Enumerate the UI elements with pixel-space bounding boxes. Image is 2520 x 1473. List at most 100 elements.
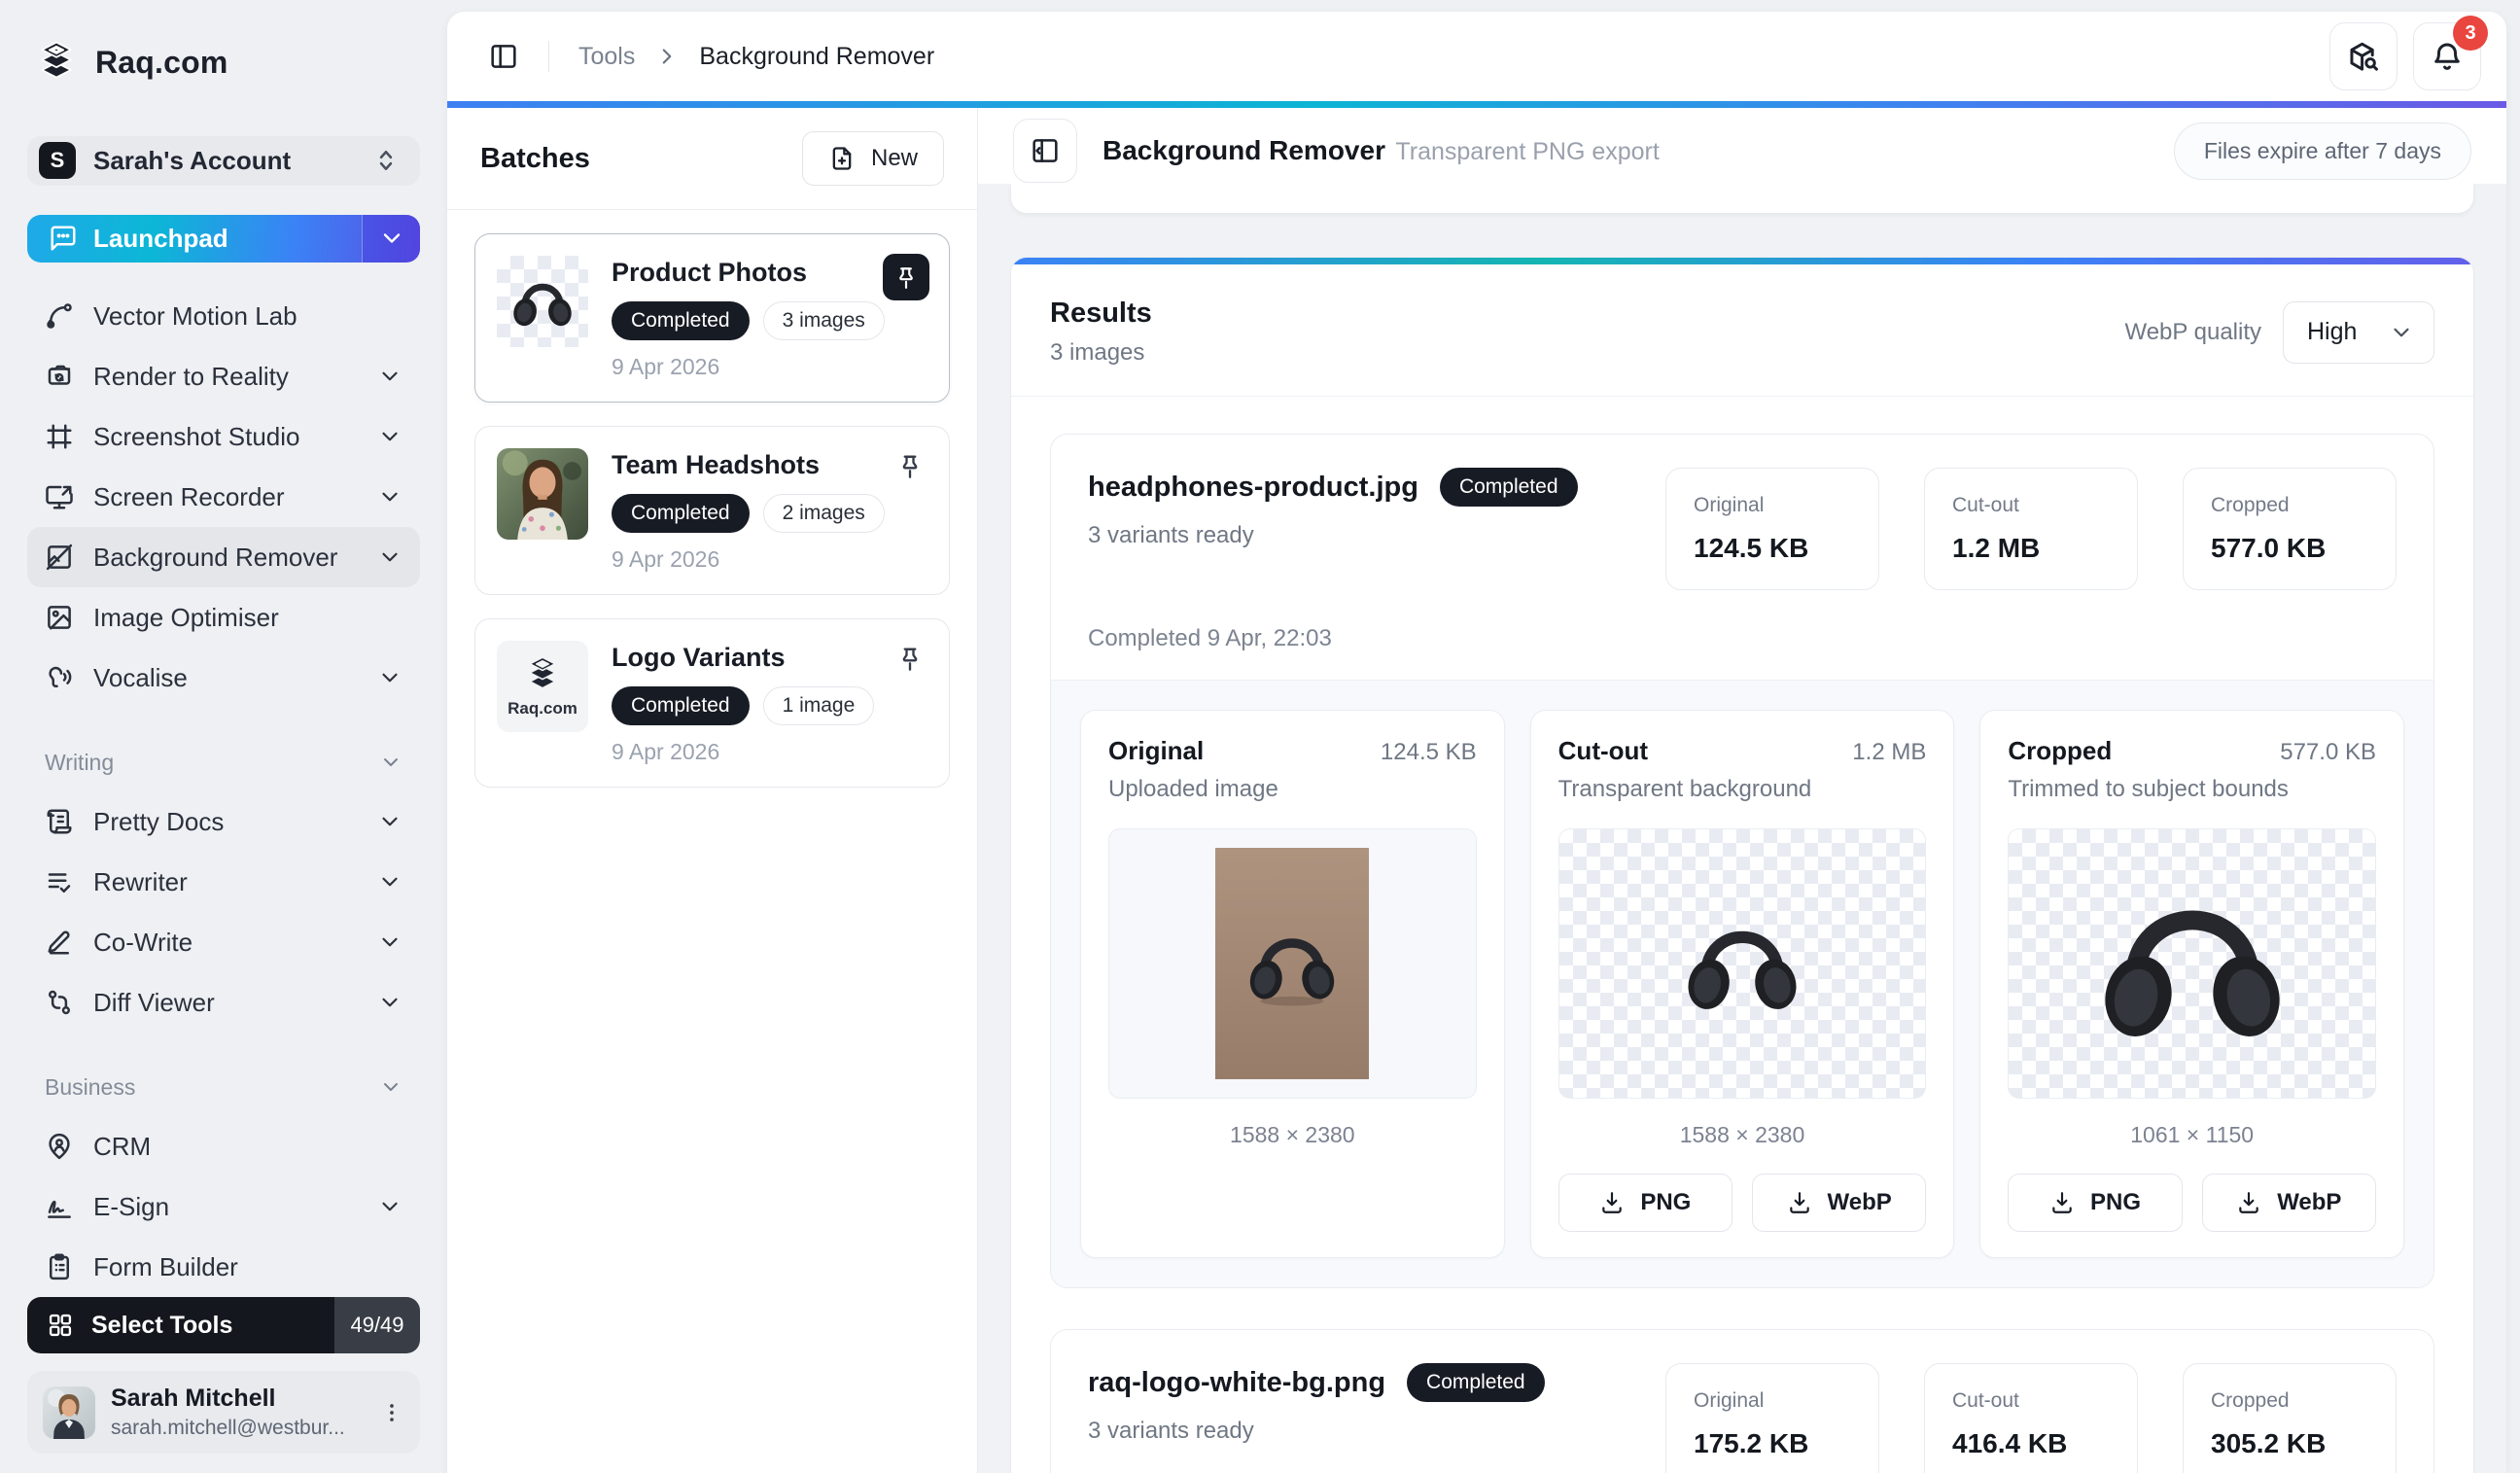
sidebar-item-label: Render to Reality (93, 361, 289, 391)
message-bubble-icon (49, 224, 78, 253)
sidebar-item-e-sign[interactable]: E-Sign (27, 1176, 420, 1237)
sidebar-item-diff-viewer[interactable]: Diff Viewer (27, 972, 420, 1033)
download-png-button[interactable]: PNG (2008, 1174, 2183, 1232)
completed-timestamp: Completed 9 Apr, 22:03 (1088, 625, 1332, 651)
voice-waves-icon (45, 663, 74, 692)
select-tools-label: Select Tools (91, 1311, 233, 1339)
variant-card-cropped: Cropped 577.0 KB Trimmed to subject boun… (1979, 710, 2404, 1258)
pin-icon (902, 648, 918, 671)
download-label: PNG (2089, 1189, 2141, 1215)
breadcrumb-current: Background Remover (699, 42, 935, 70)
breadcrumb-tools[interactable]: Tools (578, 43, 635, 71)
app-window: Tools Background Remover 3 Batches New P… (447, 12, 2506, 1473)
status-badge: Completed (1439, 468, 1578, 507)
sidebar-item-background-remover[interactable]: Background Remover (27, 527, 420, 587)
sidebar-item-vocalise[interactable]: Vocalise (27, 648, 420, 708)
stat-box-original: Original 175.2 KB (1665, 1363, 1879, 1473)
download-label: WebP (1827, 1189, 1892, 1215)
download-icon (2239, 1192, 2258, 1213)
chevron-down-icon (377, 809, 402, 834)
stat-box-original: Original 124.5 KB (1665, 468, 1879, 590)
sidebar-section-writing[interactable]: Writing (27, 741, 420, 784)
sidebar-item-screenshot-studio[interactable]: Screenshot Studio (27, 406, 420, 467)
variant-title: Cropped (2008, 736, 2113, 765)
variant-dimensions: 1061 × 1150 (2130, 1122, 2255, 1147)
chevron-down-icon (377, 424, 402, 449)
chevron-down-icon (377, 869, 402, 894)
camera-refresh-icon (45, 362, 74, 391)
tool-subtitle: Transparent PNG export (1395, 138, 1660, 165)
batch-card-product-photos[interactable]: Product Photos Completed 3 images 9 Apr … (474, 233, 950, 403)
image-count-badge: 3 images (762, 301, 885, 340)
sidebar: Raq.com S Sarah's Account Launchpad Vect… (0, 0, 447, 1473)
notifications-button[interactable]: 3 (2413, 16, 2488, 90)
account-switcher[interactable]: S Sarah's Account (27, 136, 420, 186)
sidebar-item-pretty-docs[interactable]: Pretty Docs (27, 791, 420, 852)
section-label-text: Writing (45, 749, 115, 775)
pin-icon (902, 455, 918, 478)
chevron-down-icon (377, 544, 402, 570)
chevron-down-icon (2394, 328, 2409, 336)
sidebar-item-co-write[interactable]: Co-Write (27, 912, 420, 972)
sidebar-section-business[interactable]: Business (27, 1066, 420, 1108)
stat-value: 175.2 KB (1694, 1428, 1809, 1458)
scroll-text-icon (45, 807, 74, 836)
account-avatar: S (39, 142, 76, 180)
status-badge: Completed (1407, 1363, 1545, 1402)
stat-label: Cropped (2211, 494, 2290, 516)
sidebar-item-label: E-Sign (93, 1191, 170, 1221)
stat-label: Original (1694, 494, 1765, 516)
sidebar-item-rewriter[interactable]: Rewriter (27, 852, 420, 912)
download-label: PNG (1640, 1189, 1692, 1215)
brand-logo: Raq.com (27, 39, 420, 86)
pin-button[interactable] (896, 452, 924, 479)
sidebar-item-image-optimiser[interactable]: Image Optimiser (27, 587, 420, 648)
sidebar-item-form-builder[interactable]: Form Builder (27, 1237, 420, 1297)
sidebar-item-screen-recorder[interactable]: Screen Recorder (27, 467, 420, 527)
pin-button[interactable] (883, 254, 929, 300)
user-card[interactable]: Sarah Mitchell sarah.mitchell@westbur... (27, 1371, 420, 1454)
launchpad-button[interactable]: Launchpad (27, 214, 420, 263)
variant-title: Original (1108, 736, 1205, 765)
stat-value: 305.2 KB (2211, 1428, 2327, 1458)
sidebar-bottom: Select Tools 49/49 Sarah Mitchell sarah.… (27, 1297, 420, 1454)
webp-quality-select[interactable]: High (2283, 300, 2434, 364)
chevron-down-icon (384, 1083, 398, 1091)
sidebar-item-vector-motion-lab[interactable]: Vector Motion Lab (27, 286, 420, 346)
package-search-button[interactable] (2329, 22, 2398, 90)
batch-card-logo-variants[interactable]: Raq.com Logo Variants Completed 1 image … (474, 618, 950, 788)
results-scroll-area[interactable]: Results 3 images WebP quality High headp… (978, 184, 2506, 1473)
git-compare-icon (45, 988, 74, 1017)
new-batch-button[interactable]: New (801, 131, 944, 186)
tool-title: Background Remover (1102, 135, 1385, 165)
chevron-down-icon (377, 484, 402, 509)
batches-title: Batches (480, 142, 590, 174)
collapse-batches-button[interactable] (1013, 119, 1077, 183)
download-webp-button[interactable]: WebP (2201, 1174, 2376, 1232)
batch-card-team-headshots[interactable]: Team Headshots Completed 2 images 9 Apr … (474, 426, 950, 595)
variant-size: 1.2 MB (1852, 739, 1927, 765)
pin-button[interactable] (896, 645, 924, 672)
download-icon (1789, 1192, 1809, 1213)
image-icon (45, 603, 74, 632)
sidebar-item-render-to-reality[interactable]: Render to Reality (27, 346, 420, 406)
sidebar-item-label: Image Optimiser (93, 602, 279, 632)
select-tools-button[interactable]: Select Tools 49/49 (27, 1297, 420, 1353)
batch-thumbnail (497, 256, 588, 347)
more-vertical-icon[interactable] (379, 1400, 404, 1425)
contact-pin-icon (45, 1132, 74, 1161)
launchpad-caret-button[interactable] (362, 214, 420, 263)
download-png-button[interactable]: PNG (1558, 1174, 1732, 1232)
sidebar-item-crm[interactable]: CRM (27, 1116, 420, 1176)
image-count-badge: 2 images (762, 494, 885, 533)
stat-label: Cut-out (1952, 494, 2019, 516)
variants-ready-text: 3 variants ready (1088, 522, 1254, 548)
frame-icon (45, 422, 74, 451)
variant-preview-cropped (2008, 828, 2376, 1099)
select-tools-count-badge: 49/49 (334, 1297, 420, 1353)
panel-left-toggle-button[interactable] (488, 41, 519, 72)
clipboard-list-icon (45, 1252, 74, 1281)
sidebar-item-label: Rewriter (93, 866, 188, 896)
download-webp-button[interactable]: WebP (1752, 1174, 1927, 1232)
results-image-count: 3 images (1050, 339, 1145, 366)
